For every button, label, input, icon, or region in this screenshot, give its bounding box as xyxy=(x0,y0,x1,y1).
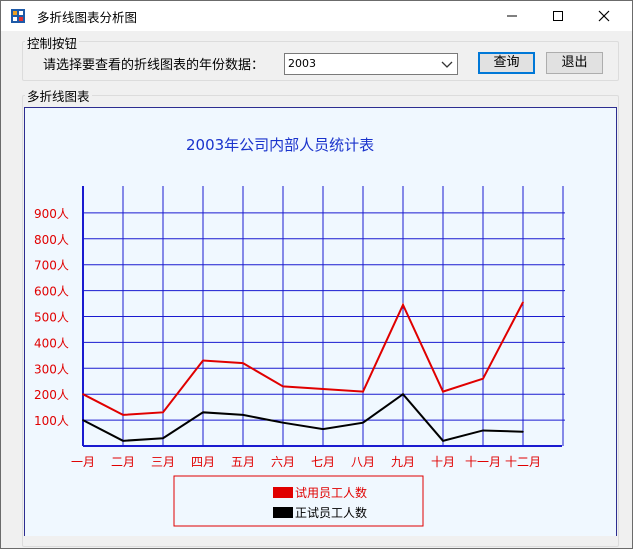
legend-label: 正试员工人数 xyxy=(295,505,367,520)
x-tick-label: 十一月 xyxy=(465,455,501,469)
data-point xyxy=(522,430,524,433)
data-point xyxy=(482,377,484,380)
data-point xyxy=(322,428,324,430)
trial-staff-line xyxy=(82,301,524,416)
x-tick-label: 三月 xyxy=(151,455,175,469)
data-point xyxy=(242,414,244,416)
data-point xyxy=(162,437,164,440)
x-tick-label: 九月 xyxy=(391,455,415,469)
legend-label: 试用员工人数 xyxy=(295,485,367,500)
data-point xyxy=(202,411,204,414)
data-point xyxy=(362,390,364,393)
x-tick-label: 一月 xyxy=(71,455,95,469)
x-tick-label: 五月 xyxy=(231,455,255,469)
x-tick-label: 六月 xyxy=(271,455,295,469)
data-point xyxy=(122,414,124,416)
data-point xyxy=(122,440,124,442)
x-tick-label: 八月 xyxy=(351,455,375,469)
y-tick-label: 800人 xyxy=(34,233,69,247)
y-tick-label: 400人 xyxy=(34,336,69,350)
data-point xyxy=(282,421,284,424)
y-tick-label: 600人 xyxy=(34,285,69,299)
data-point xyxy=(522,301,524,304)
data-point xyxy=(242,362,244,364)
y-tick-label: 500人 xyxy=(34,311,69,325)
y-tick-label: 100人 xyxy=(34,414,69,428)
data-point xyxy=(282,385,284,388)
line-chart: 100人 200人 300人 400人 500人 600人 700人 800人 900人一月 二月… xyxy=(34,186,565,527)
legend-swatch xyxy=(273,507,293,518)
x-tick-label: 十月 xyxy=(431,455,455,469)
regular-staff-line xyxy=(82,392,524,442)
x-tick-label: 十二月 xyxy=(505,455,541,469)
data-point xyxy=(322,388,324,390)
data-point xyxy=(362,421,364,424)
y-tick-label: 200人 xyxy=(34,388,69,402)
data-point xyxy=(162,411,164,414)
data-point xyxy=(82,419,84,421)
data-point xyxy=(482,429,484,432)
y-tick-label: 900人 xyxy=(34,207,69,221)
data-point xyxy=(82,393,84,396)
data-point xyxy=(402,393,404,396)
y-tick-label: 700人 xyxy=(34,259,69,273)
data-point xyxy=(202,359,204,362)
x-tick-label: 四月 xyxy=(191,455,215,469)
data-point xyxy=(442,390,444,393)
x-tick-label: 二月 xyxy=(111,455,135,469)
data-point xyxy=(402,304,404,306)
legend-swatch xyxy=(273,487,293,498)
x-tick-label: 七月 xyxy=(311,455,335,469)
y-tick-label: 300人 xyxy=(34,362,69,376)
data-point xyxy=(442,440,444,442)
